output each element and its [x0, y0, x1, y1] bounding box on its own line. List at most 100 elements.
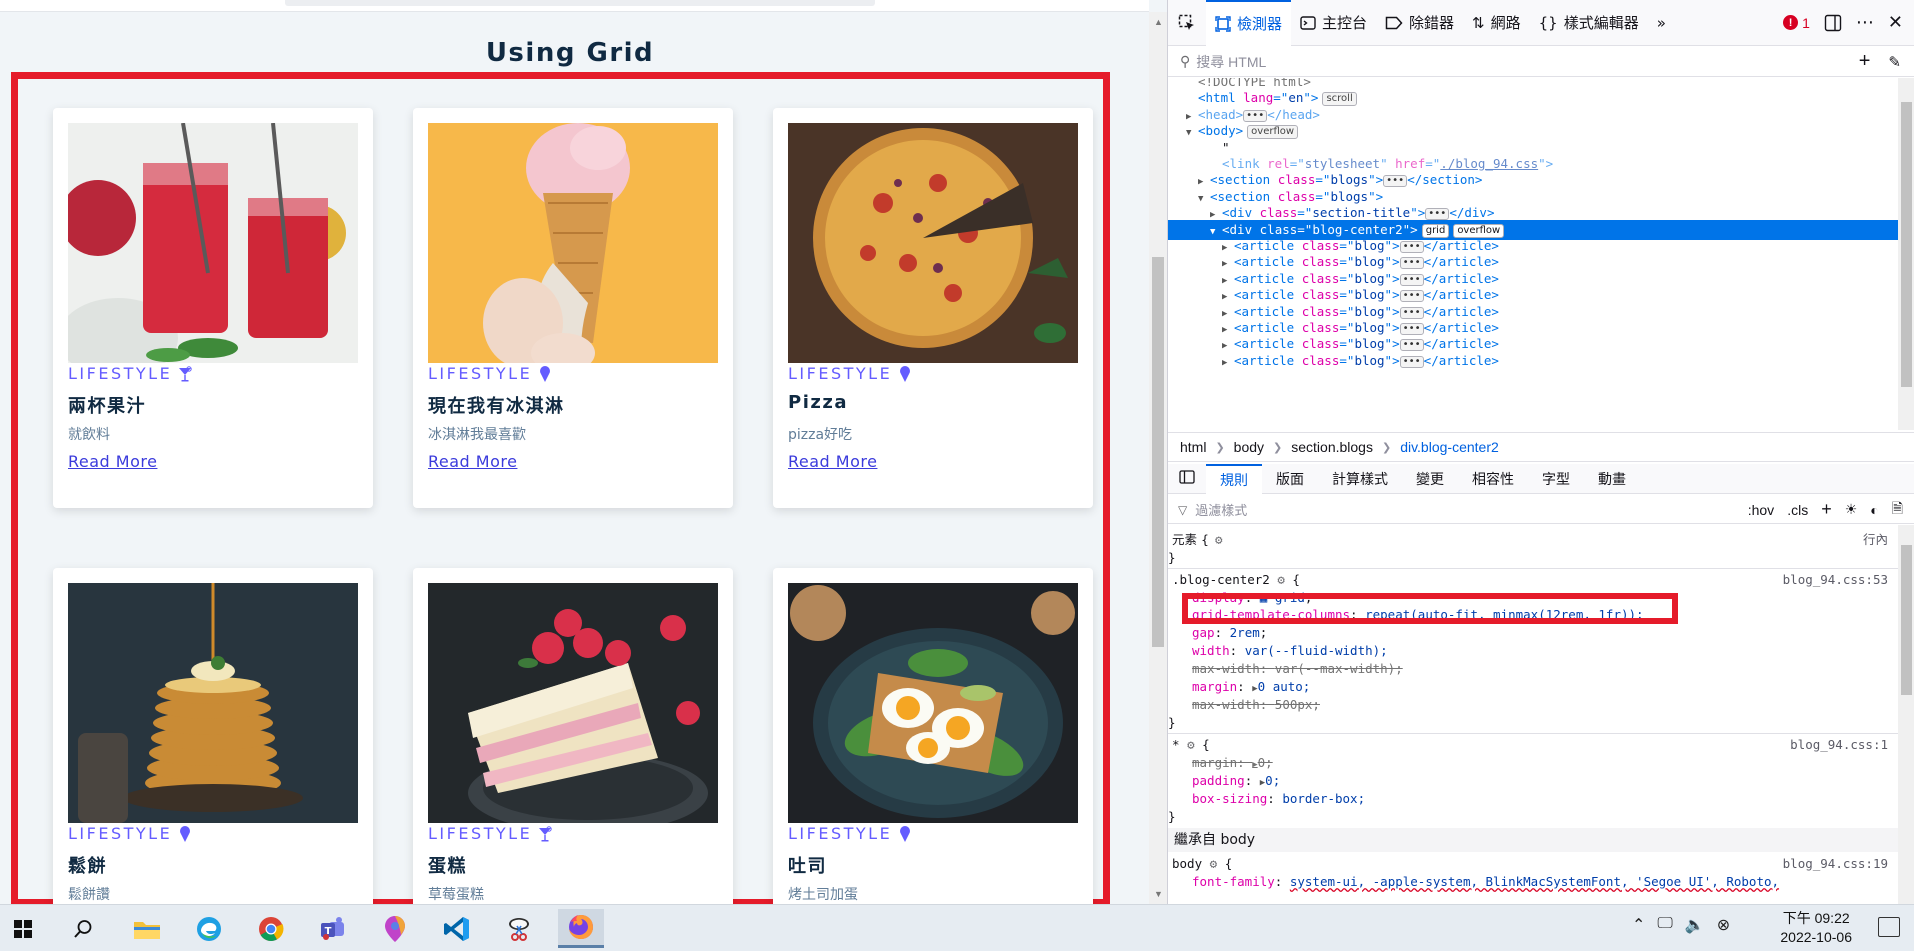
rule-source-link[interactable]: blog_94.css:1 [1790, 736, 1888, 754]
tab-style-editor[interactable]: {} 樣式編輯器 [1530, 0, 1648, 46]
page-scrollbar[interactable]: ▲ ▼ [1149, 12, 1167, 904]
more-options-icon[interactable]: ⋯ [1856, 12, 1874, 33]
tab-layout[interactable]: 版面 [1262, 464, 1318, 494]
gear-icon[interactable]: ⚙ [1277, 572, 1285, 587]
tab-console[interactable]: 主控台 [1291, 0, 1376, 46]
tab-debugger[interactable]: 除錯器 [1376, 0, 1463, 46]
rules-scroll-thumb[interactable] [1901, 545, 1912, 695]
more-tabs-button[interactable]: » [1648, 0, 1675, 46]
collapsed-dots[interactable]: ••• [1383, 175, 1408, 188]
contrast-icon[interactable]: ◐ [1870, 502, 1878, 518]
firefox-button[interactable] [558, 909, 604, 948]
rules-scrollbar[interactable] [1898, 525, 1914, 904]
gear-icon[interactable]: ⚙ [1187, 737, 1195, 752]
network-icon[interactable]: 🖵 [1657, 915, 1672, 935]
tab-animations[interactable]: 動畫 [1584, 464, 1640, 494]
teams-button[interactable]: T [310, 909, 356, 948]
cls-toggle[interactable]: .cls [1787, 502, 1808, 518]
clock[interactable]: 下午 09:22 2022-10-06 [1780, 909, 1852, 947]
decl-padding[interactable]: padding: ▶0; [1168, 772, 1898, 790]
gear-icon[interactable]: ⚙ [1215, 532, 1223, 547]
decl-box-sizing[interactable]: box-sizing: border-box; [1168, 790, 1898, 808]
print-media-icon[interactable]: 🗎 [1892, 498, 1903, 522]
scroll-up-arrow-icon[interactable]: ▲ [1154, 17, 1163, 27]
read-more-link[interactable]: Read More [788, 452, 877, 471]
mute-x-icon[interactable]: ⊗ [1717, 915, 1730, 935]
edge-button[interactable] [186, 909, 232, 948]
element-picker-button[interactable] [1168, 0, 1206, 46]
decl-margin[interactable]: margin: ▶0 auto; [1168, 678, 1898, 696]
breadcrumb-div[interactable]: div.blog-center2 [1400, 439, 1499, 455]
eyedropper-icon[interactable]: ✎ [1888, 53, 1901, 71]
decl-gap[interactable]: gap: 2rem; [1168, 624, 1898, 642]
collapsed-dots[interactable]: ••• [1399, 290, 1424, 303]
decl-width[interactable]: width: var(--fluid-width); [1168, 642, 1898, 660]
decl-max-width-overridden[interactable]: max-width: 500px; [1168, 696, 1898, 714]
collapsed-dots[interactable]: ••• [1399, 257, 1424, 270]
collapsed-dots[interactable]: ••• [1399, 241, 1424, 253]
chrome-button[interactable] [248, 909, 294, 948]
notification-center-icon[interactable] [1878, 917, 1900, 937]
markup-scrollbar[interactable] [1898, 78, 1914, 430]
scroll-down-arrow-icon[interactable]: ▼ [1154, 889, 1163, 899]
collapsed-triangle-icon[interactable]: ▶ [1222, 353, 1234, 373]
collapsed-dots[interactable]: ••• [1399, 306, 1424, 319]
collapsed-dots[interactable]: ••• [1399, 323, 1424, 335]
prop-value: 2rem [1229, 625, 1260, 640]
markup-node[interactable]: ▶ <article class="blog"> ••• </article> [1168, 351, 1898, 371]
snipping-tool-button[interactable] [496, 909, 542, 948]
attr-value[interactable]: ./blog_94.css [1440, 156, 1538, 171]
tab-rules[interactable]: 規則 [1206, 463, 1262, 494]
rule-body[interactable]: body ⚙ {blog_94.css:19 [1168, 855, 1898, 873]
gear-icon[interactable]: ⚙ [1210, 856, 1218, 871]
tab-changes[interactable]: 變更 [1402, 464, 1458, 494]
tab-fonts[interactable]: 字型 [1528, 464, 1584, 494]
error-count-button[interactable]: ! 1 [1783, 15, 1810, 31]
close-icon[interactable]: ✕ [1888, 12, 1903, 33]
page-scroll-thumb[interactable] [1152, 257, 1164, 647]
hov-toggle[interactable]: :hov [1748, 502, 1774, 518]
dock-side-icon[interactable] [1824, 14, 1842, 32]
decl-font-family[interactable]: font-family: system-ui, -apple-system, B… [1168, 873, 1898, 891]
attr-value: blog [1354, 287, 1385, 303]
html-search-input[interactable]: 搜尋 HTML [1196, 52, 1266, 72]
rule-source-link[interactable]: blog_94.css:19 [1783, 855, 1888, 873]
breadcrumb-html[interactable]: html [1180, 439, 1206, 455]
add-rule-icon[interactable]: + [1821, 499, 1832, 520]
volume-icon[interactable]: 🔈 [1685, 915, 1705, 935]
windows-logo-icon [14, 919, 32, 938]
tab-inspector[interactable]: 檢測器 [1206, 0, 1292, 46]
collapsed-dots[interactable]: ••• [1399, 273, 1424, 286]
filter-styles-input[interactable]: 過濾樣式 [1195, 500, 1247, 519]
rule-universal[interactable]: * ⚙ {blog_94.css:1 [1168, 736, 1898, 754]
chevron-up-icon[interactable]: ⌃ [1632, 915, 1645, 935]
panel-toggle-icon[interactable] [1168, 470, 1206, 487]
collapsed-dots[interactable]: ••• [1399, 355, 1424, 368]
decl-margin-overridden[interactable]: margin: ▶0; [1168, 754, 1898, 772]
collapsed-dots[interactable]: ••• [1425, 208, 1450, 221]
rule-close-brace: } [1168, 809, 1176, 824]
search-button[interactable] [60, 909, 106, 948]
light-mode-icon[interactable]: ☀ [1845, 501, 1858, 518]
breadcrumb-body[interactable]: body [1234, 439, 1264, 455]
tab-compatibility[interactable]: 相容性 [1458, 464, 1528, 494]
tab-network[interactable]: ⇅ 網路 [1463, 0, 1530, 46]
selector: .blog-center2 [1172, 572, 1270, 587]
vscode-button[interactable] [434, 909, 480, 948]
collapsed-dots[interactable]: ••• [1243, 109, 1268, 122]
decl-max-width-overridden[interactable]: max-width: var(--max-width); [1168, 660, 1898, 678]
add-node-icon[interactable]: + [1859, 50, 1871, 73]
breadcrumb-section[interactable]: section.blogs [1291, 439, 1373, 455]
collapsed-dots[interactable]: ••• [1399, 339, 1424, 352]
read-more-link[interactable]: Read More [428, 452, 517, 471]
tab-computed[interactable]: 計算樣式 [1318, 464, 1402, 494]
rule-source-link[interactable]: blog_94.css:53 [1783, 571, 1888, 589]
start-button[interactable] [0, 909, 46, 948]
blog-title: 吐司 [788, 856, 827, 877]
file-explorer-button[interactable] [124, 909, 170, 948]
read-more-link[interactable]: Read More [68, 452, 157, 471]
markup-scroll-thumb[interactable] [1901, 102, 1912, 387]
maps-pin-button[interactable] [372, 909, 418, 948]
rule-blog-center2[interactable]: .blog-center2 ⚙ {blog_94.css:53 [1168, 571, 1898, 589]
blog-category: LIFESTYLE [68, 824, 192, 843]
